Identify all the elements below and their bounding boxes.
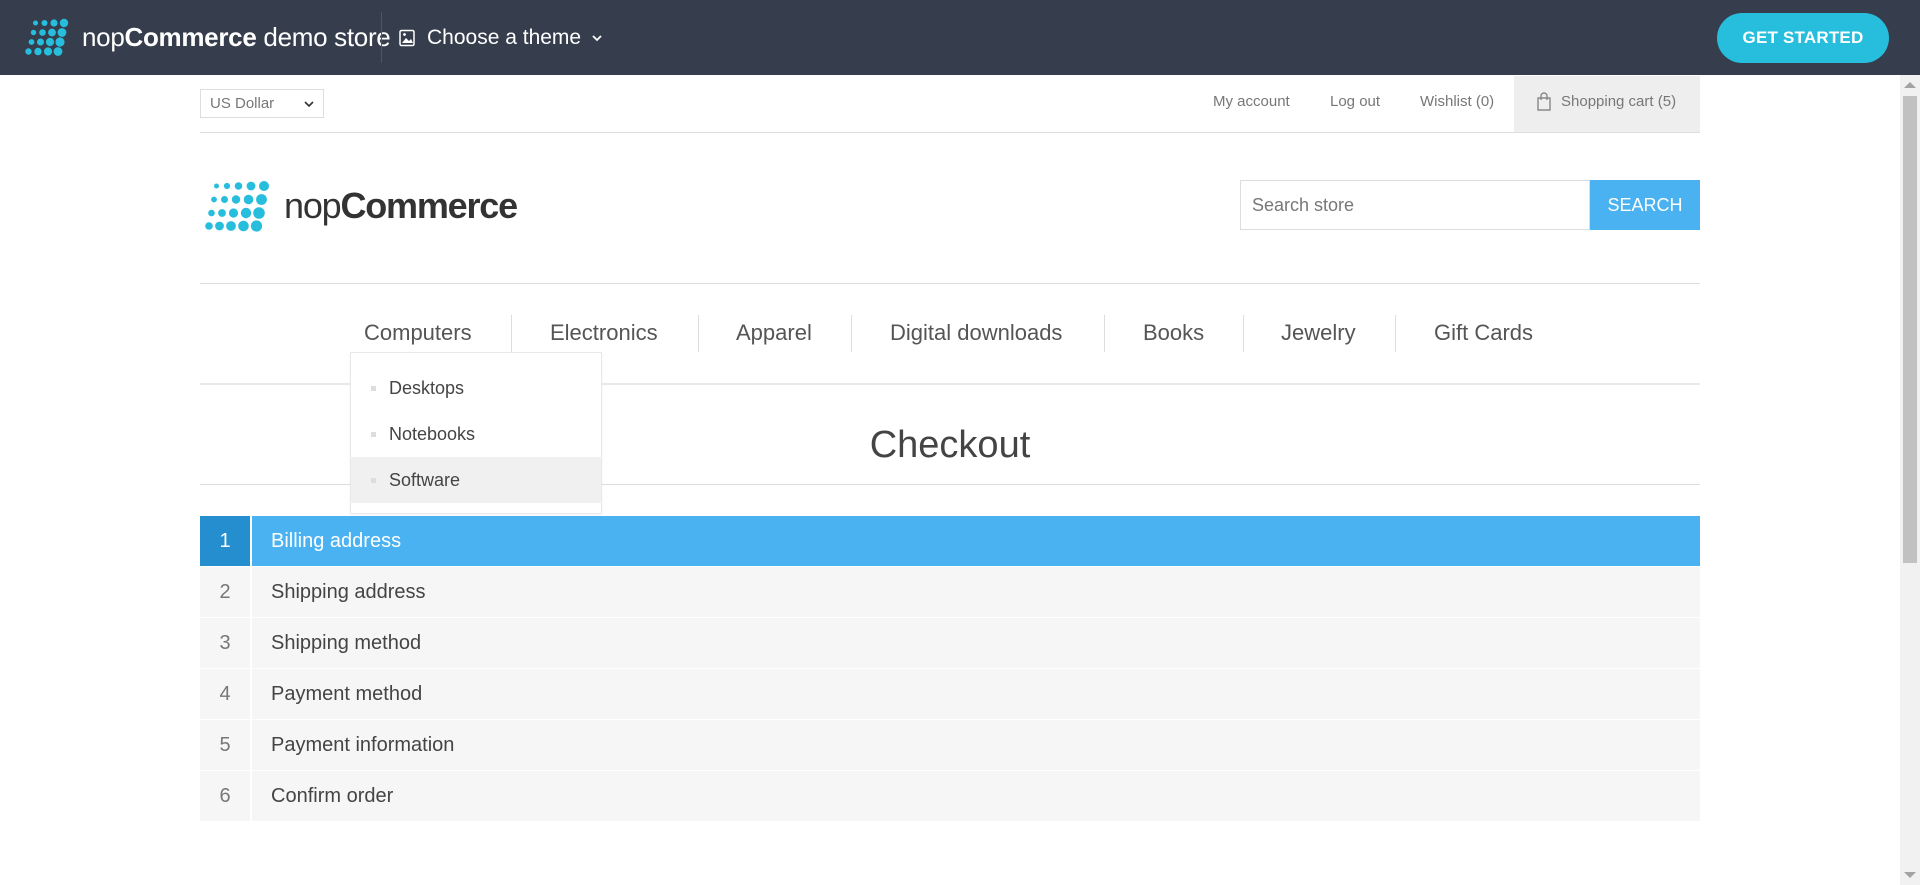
nav-item-apparel[interactable]: Apparel xyxy=(736,312,812,356)
checkout-step-billing-address[interactable]: 1 Billing address xyxy=(200,516,1700,566)
step-title: Confirm order xyxy=(271,785,394,807)
step-number: 2 xyxy=(219,581,231,603)
topbar-divider xyxy=(381,12,382,63)
step-title: Shipping method xyxy=(271,632,422,654)
checkout-step-shipping-address[interactable]: 2 Shipping address xyxy=(200,567,1700,617)
nav-separator xyxy=(1243,315,1244,352)
page-scrollbar[interactable] xyxy=(1900,75,1920,885)
log-out-link[interactable]: Log out xyxy=(1330,76,1380,132)
chevron-down-icon xyxy=(592,35,602,42)
nav-item-gift-cards[interactable]: Gift Cards xyxy=(1434,312,1533,356)
nopcommerce-dots-logo-icon xyxy=(205,181,269,232)
scrollbar-thumb[interactable] xyxy=(1903,96,1917,563)
submenu-item-label: Notebooks xyxy=(389,424,476,444)
shopping-bag-icon xyxy=(1537,92,1551,111)
shopping-cart-label: Shopping cart (5) xyxy=(1561,93,1677,110)
submenu-item-software[interactable]: Software xyxy=(351,457,601,503)
step-title: Billing address xyxy=(271,530,402,552)
nav-item-jewelry[interactable]: Jewelry xyxy=(1281,312,1356,356)
step-separator xyxy=(250,771,252,821)
scroll-up-arrow-icon[interactable] xyxy=(1904,82,1916,88)
bullet-icon xyxy=(371,386,376,391)
submenu-item-notebooks[interactable]: Notebooks xyxy=(351,411,601,457)
step-separator xyxy=(250,720,252,770)
nav-top-divider xyxy=(200,283,1700,284)
search-input[interactable] xyxy=(1240,180,1590,230)
search-button[interactable]: SEARCH xyxy=(1590,180,1700,230)
nav-item-books[interactable]: Books xyxy=(1143,312,1204,356)
demo-store-brand[interactable]: nopCommerce demo store xyxy=(20,16,391,58)
choose-theme-label: Choose a theme xyxy=(427,26,582,49)
step-title: Payment method xyxy=(271,683,423,705)
bullet-icon xyxy=(371,432,376,437)
nav-item-digital-downloads[interactable]: Digital downloads xyxy=(890,312,1062,356)
choose-theme-dropdown[interactable]: Choose a theme xyxy=(398,22,603,54)
step-separator xyxy=(250,516,252,566)
submenu-item-label: Software xyxy=(389,470,461,490)
image-icon xyxy=(399,29,415,47)
step-title: Shipping address xyxy=(271,581,426,603)
chevron-down-icon xyxy=(304,101,314,108)
checkout-step-confirm-order[interactable]: 6 Confirm order xyxy=(200,771,1700,821)
bullet-icon xyxy=(371,478,376,483)
step-number: 6 xyxy=(219,785,231,807)
nopcommerce-logo-icon xyxy=(25,18,69,56)
my-account-link[interactable]: My account xyxy=(1213,76,1290,132)
scroll-down-arrow-icon[interactable] xyxy=(1904,872,1916,878)
nav-separator xyxy=(851,315,852,352)
checkout-step-shipping-method[interactable]: 3 Shipping method xyxy=(200,618,1700,668)
wishlist-link[interactable]: Wishlist (0) xyxy=(1420,76,1494,132)
computers-submenu: Desktops Notebooks Software xyxy=(350,352,602,514)
shopping-cart-link[interactable]: Shopping cart (5) xyxy=(1514,76,1700,132)
currency-select[interactable]: US Dollar xyxy=(200,89,324,118)
nav-separator xyxy=(511,315,512,352)
nav-separator xyxy=(698,315,699,352)
step-title: Payment information xyxy=(271,734,455,756)
demo-top-bar: nopCommerce demo store Choose a theme GE… xyxy=(0,0,1920,75)
checkout-step-payment-method[interactable]: 4 Payment method xyxy=(200,669,1700,719)
step-number: 1 xyxy=(200,516,250,566)
header-divider xyxy=(200,132,1700,133)
nav-item-electronics[interactable]: Electronics xyxy=(550,312,658,356)
step-number: 3 xyxy=(219,632,231,654)
get-started-button[interactable]: GET STARTED xyxy=(1717,13,1889,63)
step-separator xyxy=(250,567,252,617)
step-number: 5 xyxy=(219,734,231,756)
store-logo[interactable]: nopCommerce xyxy=(203,180,518,232)
nav-separator xyxy=(1395,315,1396,352)
checkout-step-payment-information[interactable]: 5 Payment information xyxy=(200,720,1700,770)
step-number: 4 xyxy=(219,683,231,705)
store-logo-text: nopCommerce xyxy=(284,185,518,226)
demo-store-title: nopCommerce demo store xyxy=(82,21,391,52)
step-separator xyxy=(250,669,252,719)
submenu-item-desktops[interactable]: Desktops xyxy=(351,365,601,411)
currency-selected-value: US Dollar xyxy=(210,95,275,112)
step-separator xyxy=(250,618,252,668)
nav-separator xyxy=(1104,315,1105,352)
nav-item-computers[interactable]: Computers xyxy=(364,312,472,356)
submenu-item-label: Desktops xyxy=(389,378,465,398)
